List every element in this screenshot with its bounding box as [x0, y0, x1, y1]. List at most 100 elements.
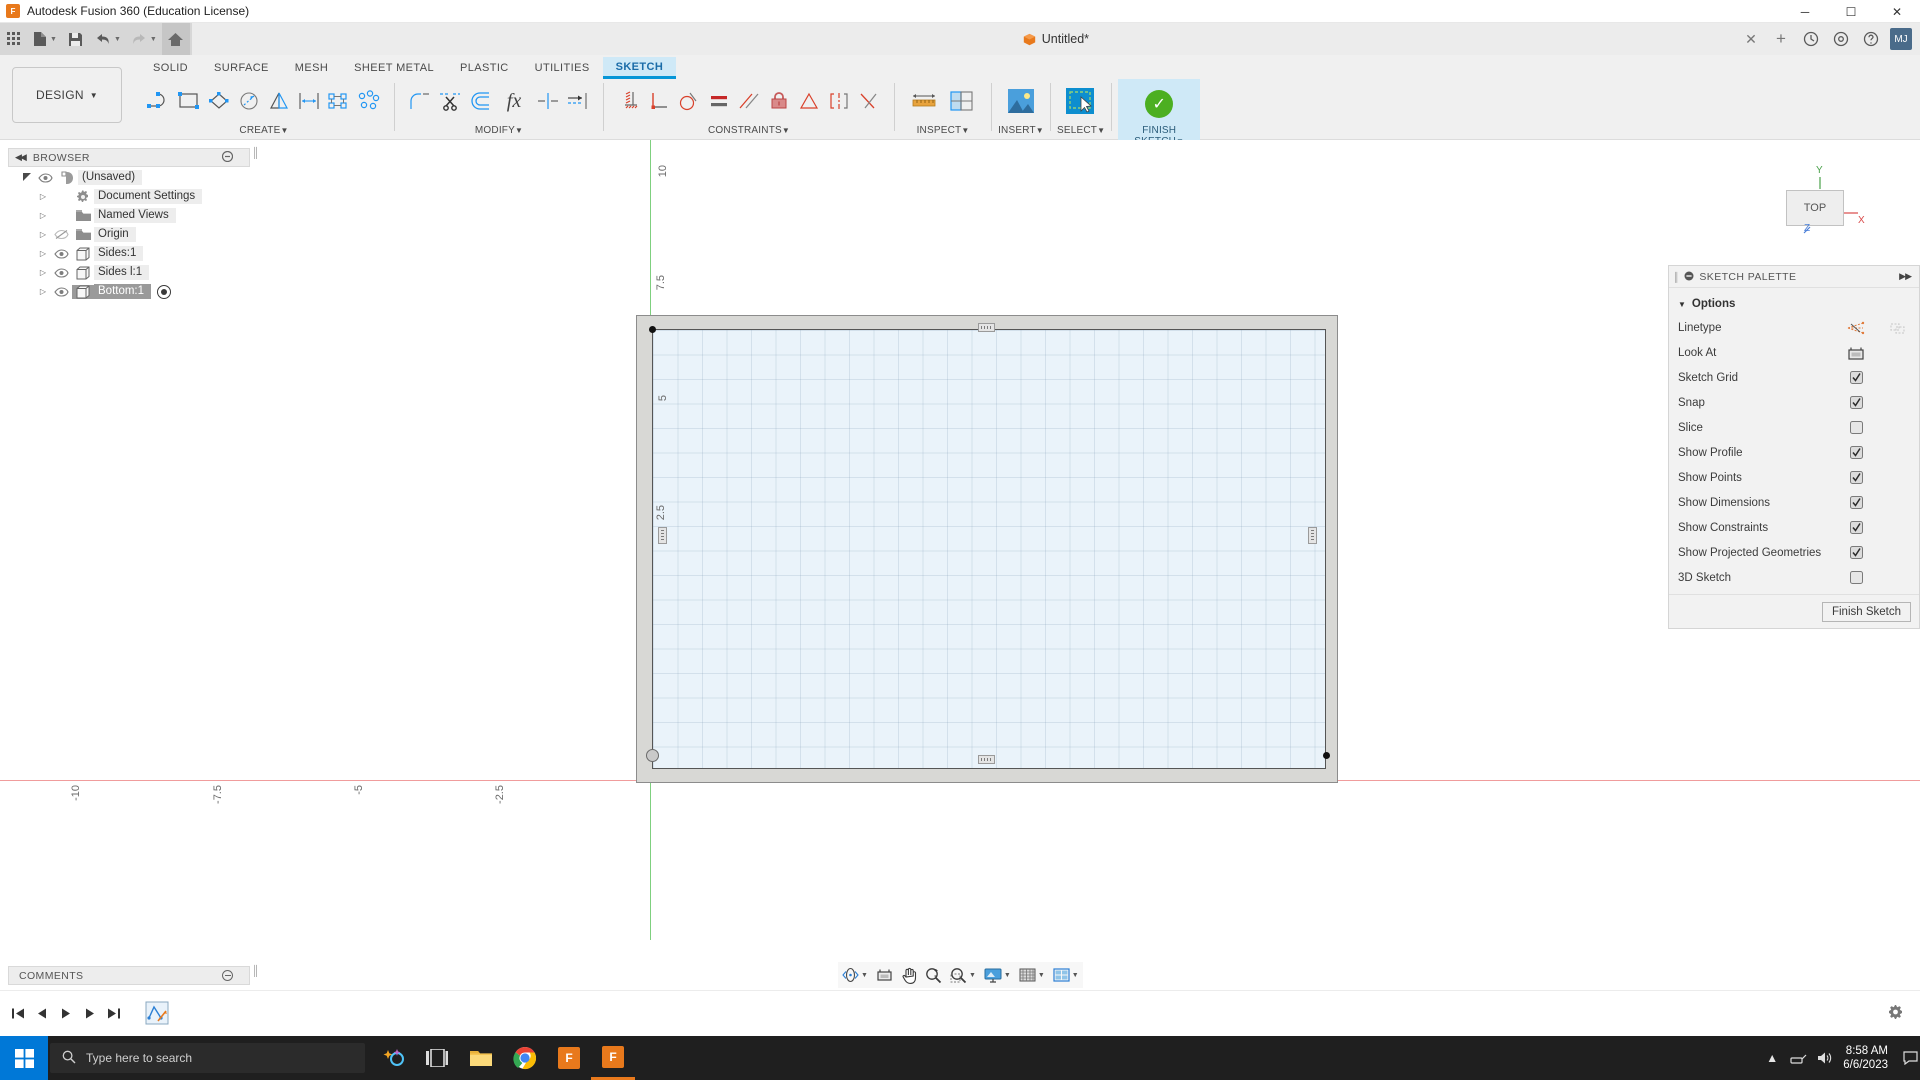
- tab-sheet-metal[interactable]: SHEET METAL: [341, 57, 447, 79]
- zoom-window-icon[interactable]: ▼: [946, 962, 980, 988]
- viewports-icon[interactable]: ▼: [1049, 962, 1083, 988]
- browser-options-icon[interactable]: [221, 150, 234, 165]
- show-constraints-checkbox[interactable]: [1835, 521, 1877, 534]
- network-icon[interactable]: [1785, 1036, 1811, 1080]
- go-to-beginning-icon[interactable]: [6, 1001, 30, 1025]
- comments-resize-grip[interactable]: ║: [252, 966, 259, 977]
- browser-header[interactable]: ◀◀ BROWSER: [8, 148, 250, 167]
- vertical-constraint-right[interactable]: [1308, 527, 1317, 544]
- taskbar-clock[interactable]: 8:58 AM 6/6/2023: [1843, 1044, 1888, 1072]
- tab-mesh[interactable]: MESH: [282, 57, 341, 79]
- chevron-down-icon[interactable]: ▼: [1678, 300, 1686, 309]
- sketch-grid-checkbox[interactable]: [1835, 371, 1877, 384]
- circle-icon[interactable]: [234, 82, 264, 120]
- twisty-collapsed-icon[interactable]: ▷: [36, 287, 50, 296]
- tree-node-label[interactable]: Sides l:1: [94, 265, 150, 280]
- workspace-switcher-button[interactable]: DESIGN ▼: [12, 67, 122, 123]
- palette-expand-icon[interactable]: ▶▶: [1899, 271, 1912, 282]
- pan-icon[interactable]: [897, 962, 921, 988]
- twisty-collapsed-icon[interactable]: ▷: [36, 211, 50, 220]
- windows-start-icon[interactable]: [0, 1036, 48, 1080]
- tree-node-sides-1[interactable]: ▷ Sides:1: [8, 244, 258, 263]
- show-dimensions-checkbox[interactable]: [1835, 496, 1877, 509]
- display-settings-icon[interactable]: ▼: [980, 962, 1015, 988]
- notifications-icon[interactable]: [1900, 1036, 1920, 1080]
- play-icon[interactable]: [54, 1001, 78, 1025]
- palette-grip-icon[interactable]: ║: [1673, 272, 1679, 282]
- viewport-canvas[interactable]: 10 7.5 5 2.5 -10 -7.5 -5 -2.5 TOP Y X Z: [0, 140, 1920, 940]
- tree-node-label[interactable]: Bottom:1: [94, 284, 152, 299]
- tree-node-label[interactable]: Sides:1: [94, 246, 144, 261]
- tree-node-label[interactable]: Origin: [94, 227, 136, 242]
- chevron-down-icon[interactable]: ▼: [114, 36, 121, 43]
- timeline-settings-icon[interactable]: [1888, 1005, 1904, 1024]
- fillet-icon[interactable]: [405, 82, 435, 120]
- finish-sketch-button[interactable]: ✓ FINISH SKETCH▼: [1118, 79, 1201, 147]
- twisty-collapsed-icon[interactable]: ▷: [36, 268, 50, 277]
- vertical-constraint-left[interactable]: [658, 527, 667, 544]
- tree-node-named-views[interactable]: ▷ Named Views: [8, 206, 258, 225]
- tab-plastic[interactable]: PLASTIC: [447, 57, 522, 79]
- add-tab-icon[interactable]: +: [1766, 23, 1796, 55]
- tree-node-label[interactable]: Named Views: [94, 208, 176, 223]
- equal-icon[interactable]: [704, 82, 734, 120]
- tab-sketch[interactable]: SKETCH: [602, 57, 677, 79]
- maximize-button[interactable]: ☐: [1828, 0, 1874, 23]
- tree-node-bottom-1[interactable]: ▷ Bottom:1: [8, 282, 258, 301]
- sketch-point-bottom-right[interactable]: [1323, 752, 1330, 759]
- save-icon[interactable]: [62, 23, 90, 55]
- tangent-icon[interactable]: [674, 82, 704, 120]
- chrome-icon[interactable]: [503, 1036, 547, 1080]
- chevron-down-icon[interactable]: ▼: [861, 972, 868, 979]
- trim-icon[interactable]: [435, 82, 465, 120]
- twisty-collapsed-icon[interactable]: ▷: [36, 230, 50, 239]
- taskbar-search-box[interactable]: Type here to search: [50, 1043, 365, 1073]
- 3d-sketch-checkbox[interactable]: [1835, 571, 1877, 584]
- chevron-down-icon[interactable]: ▼: [1072, 972, 1079, 979]
- construction-linetype-icon[interactable]: [1835, 321, 1877, 335]
- perpendicular-icon[interactable]: [644, 82, 674, 120]
- visibility-eye-icon[interactable]: [50, 248, 72, 259]
- go-to-end-icon[interactable]: [102, 1001, 126, 1025]
- file-explorer-icon[interactable]: [459, 1036, 503, 1080]
- select-window-icon[interactable]: [1061, 82, 1099, 120]
- zoom-icon[interactable]: [921, 962, 946, 988]
- dimension-icon[interactable]: [294, 82, 324, 120]
- fix-unfix-icon[interactable]: [614, 82, 644, 120]
- document-tab[interactable]: Untitled*: [192, 23, 1920, 55]
- look-at-icon[interactable]: [872, 962, 897, 988]
- rectangular-pattern-icon[interactable]: [324, 82, 354, 120]
- measure-icon[interactable]: [905, 82, 943, 120]
- tab-utilities[interactable]: UTILITIES: [522, 57, 603, 79]
- visibility-eye-icon[interactable]: [50, 267, 72, 278]
- sketch-point-top-left[interactable]: [649, 326, 656, 333]
- horizontal-constraint-top[interactable]: [978, 323, 995, 332]
- break-icon[interactable]: [533, 82, 563, 120]
- redo-icon[interactable]: ▼: [126, 23, 162, 55]
- look-at-icon[interactable]: [1835, 345, 1877, 361]
- insert-image-icon[interactable]: [1002, 82, 1040, 120]
- tree-node-label[interactable]: Document Settings: [94, 189, 203, 204]
- comments-options-icon[interactable]: [222, 970, 233, 981]
- browser-resize-grip[interactable]: ║: [252, 148, 259, 159]
- cortana-icon[interactable]: [371, 1036, 415, 1080]
- finish-sketch-palette-button[interactable]: Finish Sketch: [1821, 601, 1911, 622]
- home-button[interactable]: [161, 23, 190, 55]
- view-cube[interactable]: TOP Y X Z: [1764, 165, 1874, 251]
- chevron-down-icon[interactable]: ▼: [150, 36, 157, 43]
- new-document-icon[interactable]: ▼: [28, 23, 62, 55]
- palette-collapse-icon[interactable]: [1684, 270, 1694, 284]
- rectangle-icon[interactable]: [174, 82, 204, 120]
- tree-node-unsaved[interactable]: (Unsaved): [8, 168, 258, 187]
- lock-constraint-icon[interactable]: [764, 82, 794, 120]
- minimize-button[interactable]: ─: [1782, 0, 1828, 23]
- show-points-checkbox[interactable]: [1835, 471, 1877, 484]
- app-grid-icon[interactable]: [0, 23, 28, 55]
- grid-snaps-icon[interactable]: ▼: [1015, 962, 1049, 988]
- symmetry-icon[interactable]: [794, 82, 824, 120]
- sketch-geometry[interactable]: [636, 315, 1338, 783]
- fx-parameters-icon[interactable]: fx: [495, 82, 533, 120]
- parallel-icon[interactable]: [734, 82, 764, 120]
- orbit-icon[interactable]: ▼: [838, 962, 872, 988]
- offset-icon[interactable]: [465, 82, 495, 120]
